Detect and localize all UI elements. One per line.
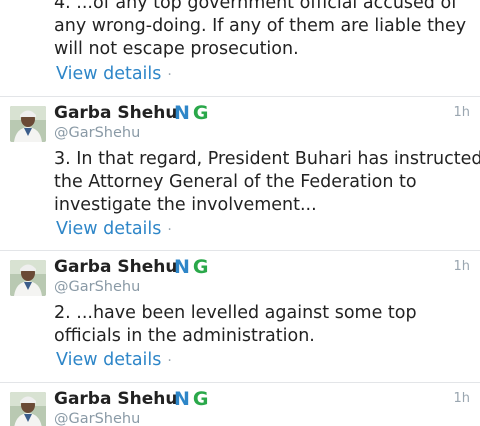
tweet-text-line: will not escape prosecution. xyxy=(54,39,299,59)
tweet-item[interactable]: Garba Shehu NG @GarShehu 1h xyxy=(0,383,480,426)
tweet-text-line: 3. In that regard, President Buhari has … xyxy=(54,149,480,169)
author-handle[interactable]: @GarShehu xyxy=(54,125,140,141)
timestamp: 1h xyxy=(453,391,470,406)
tweet-text-line: 4. ...of any top government official acc… xyxy=(54,0,458,13)
author-name[interactable]: Garba Shehu xyxy=(54,257,177,277)
author-name[interactable]: Garba Shehu xyxy=(54,389,177,409)
avatar-photo-icon xyxy=(10,106,46,142)
avatar[interactable] xyxy=(10,392,46,426)
avatar-photo-icon xyxy=(10,260,46,296)
flag-badge: NG xyxy=(174,256,212,278)
flag-letter: G xyxy=(192,256,212,278)
flag-badge: NG xyxy=(174,102,212,124)
flag-letter: N xyxy=(174,256,193,278)
separator-dot: · xyxy=(167,353,172,369)
timestamp: 1h xyxy=(453,105,470,120)
avatar[interactable] xyxy=(10,106,46,142)
view-details-label[interactable]: View details xyxy=(56,64,161,84)
tweet-text-line: the Attorney General of the Federation t… xyxy=(54,172,417,192)
tweet-timeline: 4. ...of any top government official acc… xyxy=(0,0,480,426)
view-details-link[interactable]: View details · xyxy=(56,64,172,84)
flag-letter: G xyxy=(192,388,212,410)
avatar[interactable] xyxy=(10,260,46,296)
flag-badge: NG xyxy=(174,388,212,410)
view-details-label[interactable]: View details xyxy=(56,350,161,370)
flag-letter: G xyxy=(192,102,212,124)
tweet-text-line: investigate the involvement... xyxy=(54,195,317,215)
tweet-text: 2. ...have been levelled against some to… xyxy=(54,302,470,348)
separator-dot: · xyxy=(167,222,172,238)
author-name[interactable]: Garba Shehu xyxy=(54,103,177,123)
tweet-text: 3. In that regard, President Buhari has … xyxy=(54,148,480,217)
timestamp: 1h xyxy=(453,259,470,274)
author-handle[interactable]: @GarShehu xyxy=(54,411,140,426)
separator-dot: · xyxy=(167,67,172,83)
avatar-photo-icon xyxy=(10,392,46,426)
tweet-item[interactable]: Garba Shehu NG @GarShehu 1h 2. ...have b… xyxy=(0,251,480,382)
view-details-link[interactable]: View details · xyxy=(56,219,172,239)
tweet-text-line: 2. ...have been levelled against some to… xyxy=(54,303,417,323)
flag-letter: N xyxy=(174,102,193,124)
author-handle[interactable]: @GarShehu xyxy=(54,279,140,295)
tweet-text-line: officials in the administration. xyxy=(54,326,315,346)
tweet-item[interactable]: Garba Shehu NG @GarShehu 1h 3. In that r… xyxy=(0,97,480,250)
tweet-text-line: any wrong-doing. If any of them are liab… xyxy=(54,16,467,36)
view-details-link[interactable]: View details · xyxy=(56,350,172,370)
view-details-label[interactable]: View details xyxy=(56,219,161,239)
flag-letter: N xyxy=(174,388,193,410)
tweet-text: 4. ...of any top government official acc… xyxy=(54,0,470,61)
